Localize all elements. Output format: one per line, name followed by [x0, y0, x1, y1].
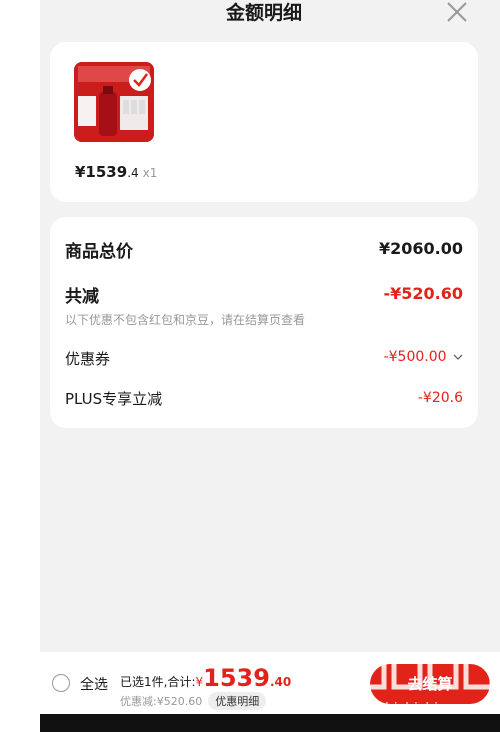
discount-value: -¥520.60 [383, 284, 463, 303]
total-value: ¥2060.00 [378, 239, 463, 258]
plus-value: -¥20.6 [417, 390, 463, 406]
discount-detail-button[interactable]: 优惠明细 [208, 692, 267, 710]
close-icon[interactable] [442, 0, 472, 26]
saved-line: 优惠减:¥520.60 优惠明细 [120, 692, 267, 710]
price-main: ¥1539 [75, 163, 128, 181]
product-price: ¥1539.4 x1 [75, 163, 157, 181]
coupon-label: 优惠券 [65, 350, 111, 368]
product-quantity: x1 [142, 166, 158, 180]
currency-symbol: ¥ [195, 675, 204, 689]
product-thumbnail[interactable] [74, 62, 154, 142]
total-summary: 已选1件,合计:¥1539.40 [120, 664, 291, 692]
discount-label: 共减 [65, 287, 99, 307]
total-cents: .40 [269, 675, 292, 689]
price-summary-card: 商品总价 ¥2060.00 共减 -¥520.60 以下优惠不包含红包和京豆，请… [50, 217, 478, 428]
plus-label: PLUS专享立减 [65, 390, 163, 408]
watermark-logo: zhizhizhi.com [350, 645, 500, 720]
chevron-down-icon [453, 354, 463, 360]
total-label: 商品总价 [65, 242, 133, 262]
select-all-radio[interactable] [52, 674, 70, 692]
coupon-value: -¥500.00 [383, 349, 447, 365]
sheet-title: 金额明细 [225, 2, 302, 24]
saved-amount: 优惠减:¥520.60 [120, 695, 203, 708]
total-amount: 1539 [203, 664, 270, 692]
system-navigation-bar [40, 714, 500, 732]
coupon-row[interactable]: -¥500.00 [384, 349, 463, 365]
product-card: ¥1539.4 x1 [50, 42, 478, 202]
amount-detail-sheet: 金额明细 ¥1539.4 x1 商品总价 ¥2060.00 共减 -¥520.6… [40, 0, 500, 732]
price-decimal: .4 [127, 166, 139, 180]
discount-note: 以下优惠不包含红包和京豆，请在结算页查看 [65, 313, 306, 327]
selected-count-text: 已选1件,合计: [120, 675, 196, 689]
select-all-label[interactable]: 全选 [80, 674, 108, 694]
